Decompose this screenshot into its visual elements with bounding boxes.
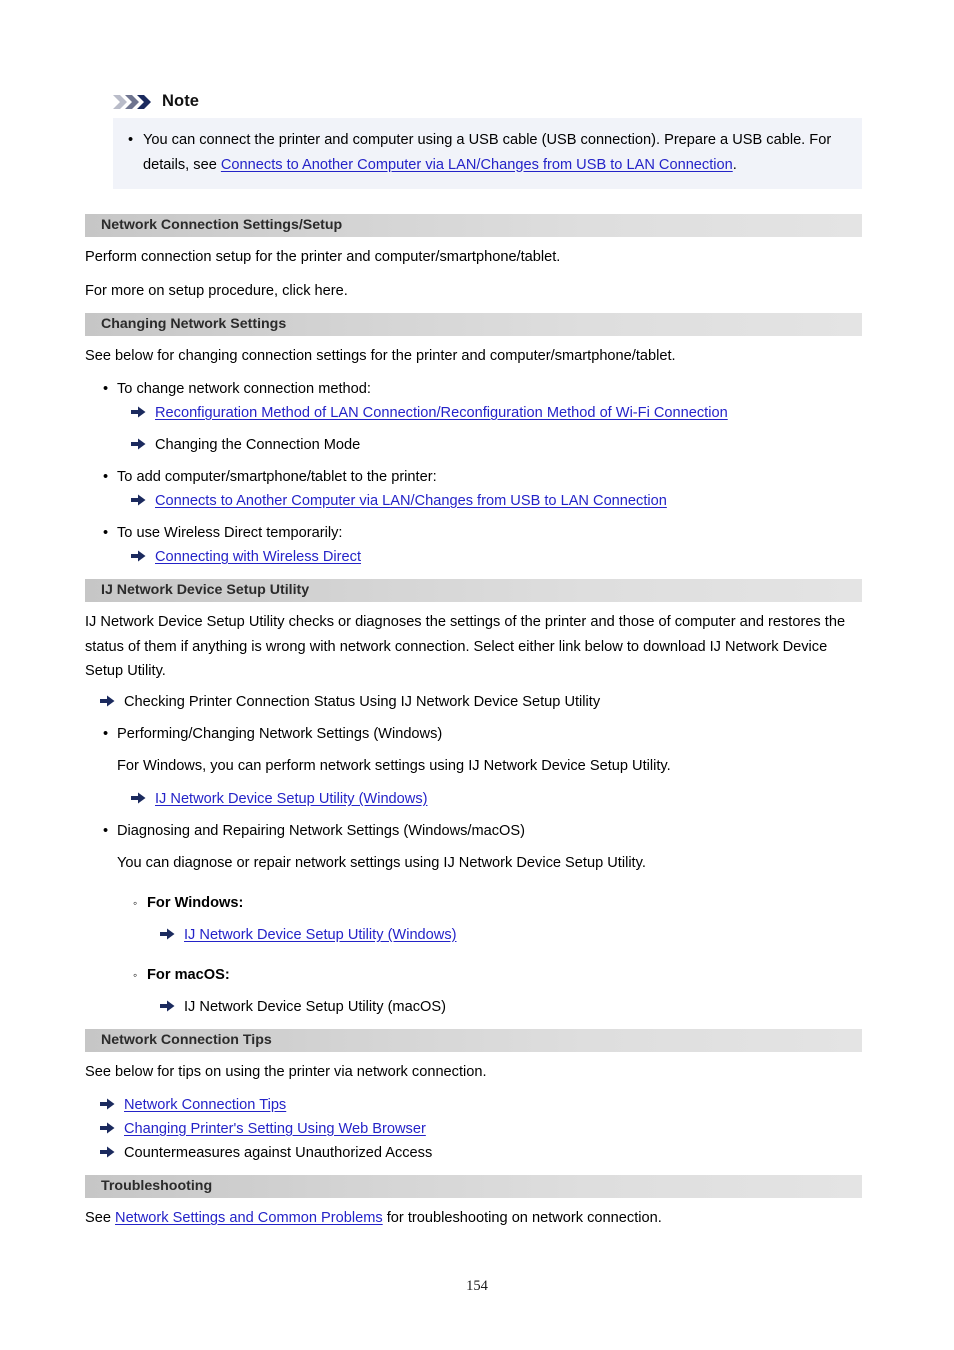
sub-list-item-label: For Windows: xyxy=(147,895,244,911)
paragraph-ij-utility-description: IJ Network Device Setup Utility checks o… xyxy=(85,614,846,680)
link-row-ij-utility-windows-2[interactable]: IJ Network Device Setup Utility (Windows… xyxy=(160,923,457,949)
link-connecting-with-wireless-direct[interactable]: Connecting with Wireless Direct xyxy=(155,549,361,565)
item-label-changing-connection-mode: Changing the Connection Mode xyxy=(155,437,361,453)
arrow-right-icon xyxy=(100,1118,115,1143)
arrow-right-icon xyxy=(100,1094,115,1119)
arrow-right-icon xyxy=(131,546,146,571)
list-item-performing-changing-network-settings: • Performing/Changing Network Settings (W… xyxy=(103,722,442,747)
section-header-label: Network Connection Tips xyxy=(101,1032,272,1048)
paragraph-for-windows-perform-network-settings: For Windows, you can perform network set… xyxy=(117,758,671,774)
link-ij-network-device-setup-utility-windows[interactable]: IJ Network Device Setup Utility (Windows… xyxy=(155,791,428,807)
sub-list-item-for-macos: ◦ For macOS: xyxy=(133,963,230,988)
paragraph-see-below-tips: See below for tips on using the printer … xyxy=(85,1064,487,1080)
link-connects-another-computer-lan[interactable]: Connects to Another Computer via LAN/Cha… xyxy=(221,157,733,173)
link-changing-printers-setting-using-web-browser[interactable]: Changing Printer's Setting Using Web Bro… xyxy=(124,1121,426,1137)
section-header-label: Troubleshooting xyxy=(101,1178,213,1194)
troubleshooting-text-prefix: See xyxy=(85,1210,116,1226)
troubleshooting-text-suffix: for troubleshooting on network connectio… xyxy=(382,1210,662,1226)
list-item-label: To add computer/smartphone/tablet to the… xyxy=(117,469,437,485)
link-network-connection-tips[interactable]: Network Connection Tips xyxy=(124,1097,286,1113)
arrow-right-icon xyxy=(100,1142,115,1167)
list-item-label: To use Wireless Direct temporarily: xyxy=(117,525,343,541)
list-item-diagnosing-repairing-network-settings: • Diagnosing and Repairing Network Settin… xyxy=(103,819,525,844)
arrow-right-icon xyxy=(100,691,115,716)
link-network-settings-and-common-problems[interactable]: Network Settings and Common Problems xyxy=(115,1210,383,1226)
note-title: Note xyxy=(162,92,200,110)
section-header-label: Network Connection Settings/Setup xyxy=(101,217,343,233)
link-row-reconfiguration-method[interactable]: Reconfiguration Method of LAN Connection… xyxy=(131,401,728,427)
paragraph-see-below-changing-connection: See below for changing connection settin… xyxy=(85,348,676,364)
note-list-item: • You can connect the printer and compute… xyxy=(113,128,862,177)
list-item-change-network-method: • To change network connection method: xyxy=(103,377,371,402)
sub-list-item-label: For macOS: xyxy=(147,967,230,983)
section-header-network-connection-settings-setup: Network Connection Settings/Setup xyxy=(85,214,862,237)
bullet-glyph-circle: ◦ xyxy=(133,968,138,982)
arrow-right-icon xyxy=(131,402,146,427)
note-callout-box: • You can connect the printer and compute… xyxy=(113,118,862,189)
link-row-connecting-wireless-direct[interactable]: Connecting with Wireless Direct xyxy=(131,545,361,571)
section-header-changing-network-settings: Changing Network Settings xyxy=(85,313,862,336)
arrow-right-icon xyxy=(131,490,146,515)
bullet-glyph: • xyxy=(103,525,109,541)
bullet-glyph: • xyxy=(103,726,109,742)
arrow-right-icon xyxy=(160,996,175,1021)
arrow-right-icon xyxy=(160,924,175,949)
list-item-wireless-direct-temporarily: • To use Wireless Direct temporarily: xyxy=(103,521,342,546)
item-row-changing-connection-mode: Changing the Connection Mode xyxy=(131,433,360,459)
document-page: Note • You can connect the printer and co… xyxy=(0,0,954,1350)
paragraph-diagnose-or-repair: You can diagnose or repair network setti… xyxy=(117,855,646,871)
page-number: 154 xyxy=(466,1278,488,1294)
section-header-ij-network-device-setup-utility: IJ Network Device Setup Utility xyxy=(85,579,862,602)
link-row-ij-utility-windows-1[interactable]: IJ Network Device Setup Utility (Windows… xyxy=(131,787,428,813)
link-row-network-connection-tips[interactable]: Network Connection Tips xyxy=(100,1093,286,1119)
bullet-glyph: • xyxy=(103,823,109,839)
section-header-label: IJ Network Device Setup Utility xyxy=(101,582,310,598)
list-item-add-computer: • To add computer/smartphone/tablet to th… xyxy=(103,465,437,490)
note-heading: Note xyxy=(113,92,199,111)
item-label-checking-printer-connection-status: Checking Printer Connection Status Using… xyxy=(124,694,601,710)
item-row-ij-utility-macos: IJ Network Device Setup Utility (macOS) xyxy=(160,995,446,1021)
section-header-troubleshooting: Troubleshooting xyxy=(85,1175,862,1198)
bullet-glyph: • xyxy=(103,469,109,485)
bullet-glyph: • xyxy=(128,132,134,148)
item-label-ij-network-device-setup-utility-macos: IJ Network Device Setup Utility (macOS) xyxy=(184,999,446,1015)
paragraph-more-on-setup-procedure: For more on setup procedure, click here. xyxy=(85,283,348,299)
link-row-changing-printers-setting-web-browser[interactable]: Changing Printer's Setting Using Web Bro… xyxy=(100,1117,426,1143)
link-ij-network-device-setup-utility-windows-2[interactable]: IJ Network Device Setup Utility (Windows… xyxy=(184,927,457,943)
bullet-glyph-circle: ◦ xyxy=(133,896,138,910)
arrow-right-icon xyxy=(131,788,146,813)
note-text-suffix: . xyxy=(732,156,737,173)
section-header-network-connection-tips: Network Connection Tips xyxy=(85,1029,862,1052)
link-reconfiguration-method-lan-wifi[interactable]: Reconfiguration Method of LAN Connection… xyxy=(155,405,728,421)
bullet-glyph: • xyxy=(103,381,109,397)
list-item-label: To change network connection method: xyxy=(117,381,371,397)
item-row-checking-printer-connection-status: Checking Printer Connection Status Using… xyxy=(100,690,600,716)
paragraph-perform-connection-setup: Perform connection setup for the printer… xyxy=(85,249,561,265)
paragraph-troubleshooting: See Network Settings and Common Problems… xyxy=(85,1206,865,1231)
list-item-label: Diagnosing and Repairing Network Setting… xyxy=(117,823,525,839)
link-row-connects-another-computer[interactable]: Connects to Another Computer via LAN/Cha… xyxy=(131,489,667,515)
arrow-right-icon xyxy=(131,434,146,459)
item-row-countermeasures-unauthorized-access: Countermeasures against Unauthorized Acc… xyxy=(100,1141,432,1167)
section-header-label: Changing Network Settings xyxy=(101,316,287,332)
sub-list-item-for-windows: ◦ For Windows: xyxy=(133,891,243,916)
link-connects-another-computer-usb-lan[interactable]: Connects to Another Computer via LAN/Cha… xyxy=(155,493,667,509)
list-item-label: Performing/Changing Network Settings (Wi… xyxy=(117,726,443,742)
item-label-countermeasures-against-unauthorized-access: Countermeasures against Unauthorized Acc… xyxy=(124,1145,433,1161)
note-chevrons-icon xyxy=(113,94,153,109)
